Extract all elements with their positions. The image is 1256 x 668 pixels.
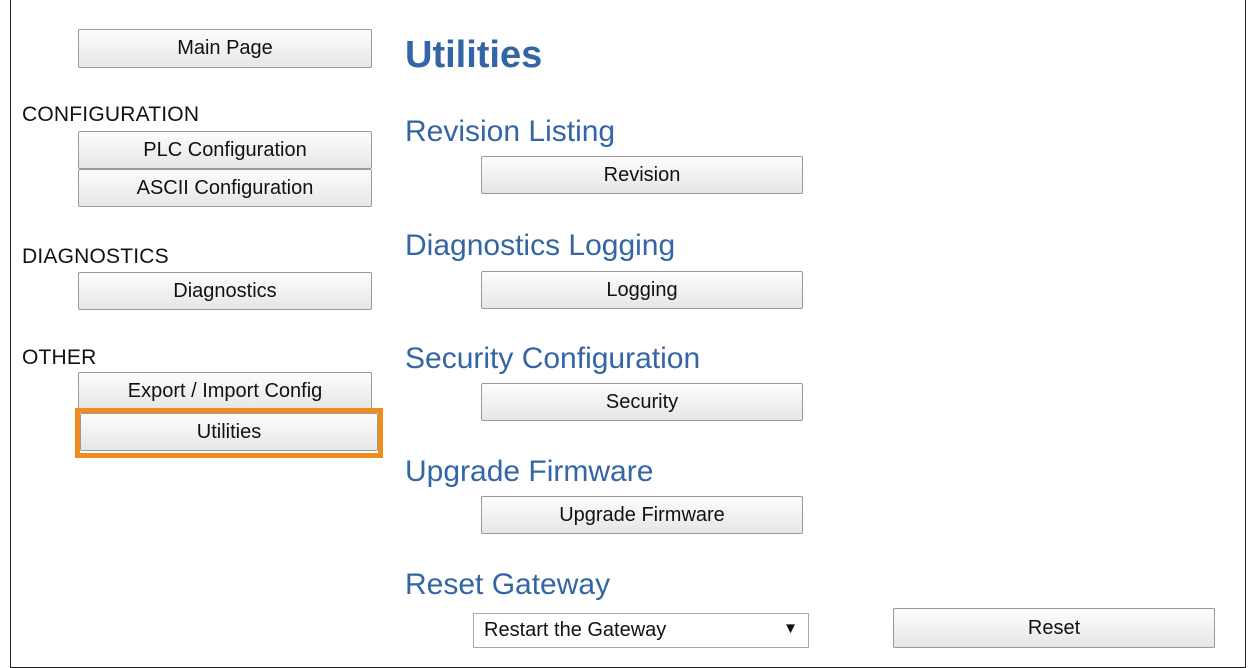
reset-button[interactable]: Reset [893,608,1215,648]
other-section-label: OTHER [22,346,97,369]
security-configuration-heading: Security Configuration [405,342,701,375]
diagnostics-button[interactable]: Diagnostics [78,272,372,310]
upgrade-firmware-heading: Upgrade Firmware [405,455,654,488]
ascii-configuration-button[interactable]: ASCII Configuration [78,169,372,207]
active-item-highlight [75,408,383,458]
logging-button[interactable]: Logging [481,271,803,309]
main-page-button[interactable]: Main Page [78,29,372,68]
chevron-down-icon: ▼ [783,620,798,637]
revision-button[interactable]: Revision [481,156,803,194]
page-frame [10,0,1246,668]
export-import-config-button[interactable]: Export / Import Config [78,372,372,410]
diagnostics-section-label: DIAGNOSTICS [22,245,169,268]
upgrade-firmware-button[interactable]: Upgrade Firmware [481,496,803,534]
configuration-section-label: CONFIGURATION [22,103,200,126]
page-title: Utilities [405,34,543,76]
reset-mode-select[interactable]: Restart the Gateway ▼ [473,613,809,648]
reset-mode-select-value: Restart the Gateway [484,619,667,641]
reset-gateway-heading: Reset Gateway [405,568,611,601]
revision-listing-heading: Revision Listing [405,115,616,148]
security-button[interactable]: Security [481,383,803,421]
diagnostics-logging-heading: Diagnostics Logging [405,229,676,262]
plc-configuration-button[interactable]: PLC Configuration [78,131,372,169]
